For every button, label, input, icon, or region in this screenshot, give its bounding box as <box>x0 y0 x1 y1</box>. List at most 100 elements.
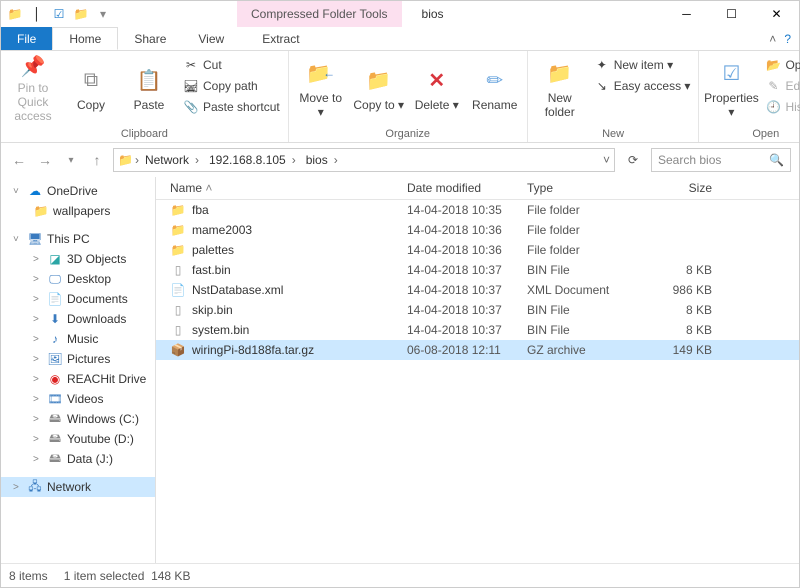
file-type: File folder <box>527 243 642 257</box>
file-date: 14-04-2018 10:37 <box>407 263 527 277</box>
new-folder-button[interactable]: 📁 New folder <box>532 53 588 123</box>
file-date: 14-04-2018 10:37 <box>407 323 527 337</box>
open-icon: 📂 <box>765 57 781 73</box>
3d-icon: ◪ <box>47 251 63 267</box>
documents-icon: 📄 <box>47 291 63 307</box>
nav-tree[interactable]: ˅☁OneDrive 📁wallpapers ˅🖥This PC ˃◪3D Ob… <box>1 177 156 563</box>
copy-button[interactable]: ⧉ Copy <box>63 53 119 123</box>
tree-youtube-d[interactable]: ˃🖴Youtube (D:) <box>1 429 155 449</box>
col-name[interactable]: Name ˄ <box>162 181 407 195</box>
new-item-button[interactable]: ✦New item ▾ <box>590 55 695 75</box>
drive-icon: 🖴 <box>47 451 63 467</box>
tree-wallpapers[interactable]: 📁wallpapers <box>1 201 155 221</box>
file-name: wiringPi-8d188fa.tar.gz <box>192 343 314 357</box>
edit-button[interactable]: ✎Edit <box>761 76 800 96</box>
tree-this-pc[interactable]: ˅🖥This PC <box>1 229 155 249</box>
onedrive-icon: ☁ <box>27 183 43 199</box>
easy-access-button[interactable]: ↘Easy access ▾ <box>590 76 695 96</box>
table-row[interactable]: 📁fba14-04-2018 10:35File folder <box>156 200 799 220</box>
crumb-0[interactable]: Network <box>141 153 203 167</box>
table-row[interactable]: ▯skip.bin14-04-2018 10:37BIN File8 KB <box>156 300 799 320</box>
qat-sep: │ <box>27 4 47 24</box>
help-icon[interactable]: ? <box>784 32 791 46</box>
recent-dropdown[interactable]: ▾ <box>61 155 81 166</box>
col-type[interactable]: Type <box>527 181 642 195</box>
breadcrumb-dropdown-icon[interactable]: ˅ <box>603 153 610 167</box>
cut-button[interactable]: ✂Cut <box>179 55 284 75</box>
tree-network[interactable]: ˃🖧Network <box>1 477 155 497</box>
col-size[interactable]: Size <box>642 181 722 195</box>
breadcrumb[interactable]: 📁 › Network 192.168.8.105 bios ˅ <box>113 148 615 172</box>
paste-button[interactable]: 📋 Paste <box>121 53 177 123</box>
tree-videos[interactable]: ˃🎞Videos <box>1 389 155 409</box>
tree-3d-objects[interactable]: ˃◪3D Objects <box>1 249 155 269</box>
context-tab-label: Compressed Folder Tools <box>237 1 402 27</box>
copy-icon: ⧉ <box>75 64 107 96</box>
tab-view[interactable]: View <box>182 27 240 50</box>
forward-button[interactable]: → <box>35 152 55 168</box>
maximize-button[interactable]: ☐ <box>709 1 754 27</box>
qat-folder-icon[interactable]: 📁 <box>5 4 25 24</box>
table-row[interactable]: 📁 mame2003 14-04-2018 10:36File folder <box>156 220 799 240</box>
copy-to-button[interactable]: 📁 Copy to ▾ <box>351 53 407 123</box>
file-list[interactable]: 📁fba14-04-2018 10:35File folder 📁 mame2003… <box>156 200 799 563</box>
qat-customize-icon[interactable]: ▾ <box>93 4 113 24</box>
tree-pictures[interactable]: ˃🖼Pictures <box>1 349 155 369</box>
search-input[interactable]: Search bios 🔍 <box>651 148 791 172</box>
up-button[interactable]: ↑ <box>87 152 107 168</box>
file-type: File folder <box>527 223 642 237</box>
crumb-2[interactable]: bios <box>302 153 342 167</box>
table-row[interactable]: ▯system.bin14-04-2018 10:37BIN File8 KB <box>156 320 799 340</box>
search-icon: 🔍 <box>769 153 784 167</box>
qat-folder2-icon[interactable]: 📁 <box>71 4 91 24</box>
file-date: 14-04-2018 10:36 <box>407 243 527 257</box>
tree-onedrive[interactable]: ˅☁OneDrive <box>1 181 155 201</box>
crumb-1[interactable]: 192.168.8.105 <box>205 153 300 167</box>
paste-shortcut-button[interactable]: 📎Paste shortcut <box>179 97 284 117</box>
folder-icon: 📁 <box>170 222 186 238</box>
table-row[interactable]: 📁palettes14-04-2018 10:36File folder <box>156 240 799 260</box>
tree-music[interactable]: ˃♪Music <box>1 329 155 349</box>
tab-extract[interactable]: Extract <box>246 27 315 50</box>
paste-label: Paste <box>134 98 165 112</box>
delete-icon: ✕ <box>421 64 453 96</box>
pin-icon: 📌 <box>17 54 49 79</box>
tab-home[interactable]: Home <box>52 27 118 50</box>
group-new-label: New <box>532 126 695 142</box>
file-name: fast.bin <box>192 263 231 277</box>
ribbon-collapse-icon[interactable]: ˄ <box>769 32 776 46</box>
tree-desktop[interactable]: ˃🖵Desktop <box>1 269 155 289</box>
delete-button[interactable]: ✕ Delete ▾ <box>409 53 465 123</box>
refresh-button[interactable]: ⟳ <box>621 153 645 167</box>
file-date: 14-04-2018 10:36 <box>407 223 527 237</box>
back-button[interactable]: ← <box>9 152 29 168</box>
close-button[interactable]: ✕ <box>754 1 799 27</box>
open-button[interactable]: 📂Open ▾ <box>761 55 800 75</box>
copy-path-icon: 🛤 <box>183 78 199 94</box>
pin-quick-access-button[interactable]: 📌 Pin to Quick access <box>5 53 61 123</box>
copy-path-button[interactable]: 🛤Copy path <box>179 76 284 96</box>
file-size: 8 KB <box>642 323 722 337</box>
rename-button[interactable]: ✏ Rename <box>467 53 523 123</box>
file-name: mame2003 <box>192 223 252 237</box>
paste-shortcut-icon: 📎 <box>183 99 199 115</box>
file-size: 149 KB <box>642 343 722 357</box>
table-row[interactable]: 📦wiringPi-8d188fa.tar.gz06-08-2018 12:11… <box>156 340 799 360</box>
table-row[interactable]: ▯fast.bin14-04-2018 10:37BIN File8 KB <box>156 260 799 280</box>
tab-file[interactable]: File <box>1 27 52 50</box>
file-type: BIN File <box>527 303 642 317</box>
tree-downloads[interactable]: ˃⬇Downloads <box>1 309 155 329</box>
qat-check-icon[interactable]: ☑ <box>49 4 69 24</box>
properties-button[interactable]: ☑ Properties ▾ <box>703 53 759 123</box>
tab-share[interactable]: Share <box>118 27 182 50</box>
tree-data-j[interactable]: ˃🖴Data (J:) <box>1 449 155 469</box>
file-type: GZ archive <box>527 343 642 357</box>
tree-reachit[interactable]: ˃◉REACHit Drive <box>1 369 155 389</box>
move-to-button[interactable]: 📁← Move to ▾ <box>293 53 349 123</box>
col-date[interactable]: Date modified <box>407 181 527 195</box>
table-row[interactable]: 📄NstDatabase.xml14-04-2018 10:37XML Docu… <box>156 280 799 300</box>
tree-documents[interactable]: ˃📄Documents <box>1 289 155 309</box>
minimize-button[interactable]: ─ <box>664 1 709 27</box>
history-button[interactable]: 🕘History <box>761 97 800 117</box>
tree-windows-c[interactable]: ˃🖴Windows (C:) <box>1 409 155 429</box>
